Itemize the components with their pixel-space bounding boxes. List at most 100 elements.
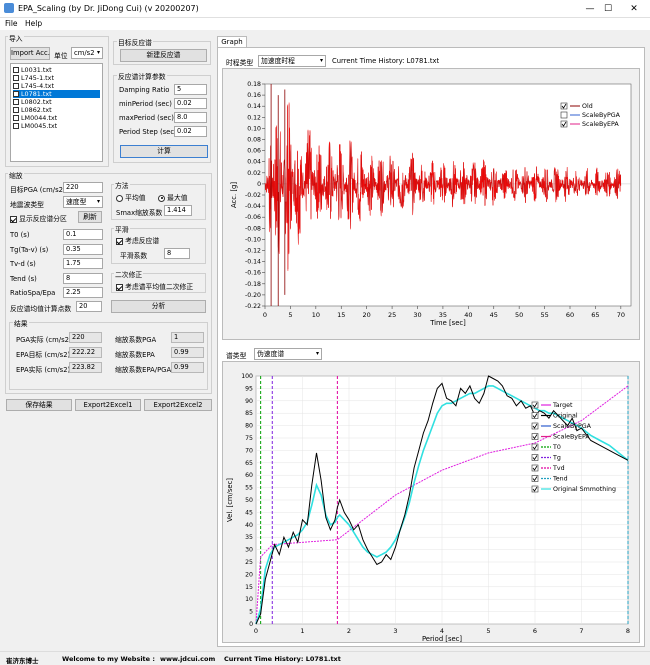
y-tick-label: 60 (245, 472, 253, 479)
list-item[interactable]: L0781.txt (13, 90, 100, 98)
menu-help[interactable]: Help (25, 19, 42, 28)
calculate-button[interactable]: 计算 (120, 145, 208, 158)
secondary-checkbox[interactable]: 考虑谱平均值二次修正 (116, 281, 193, 291)
legend-checkbox[interactable] (531, 464, 539, 472)
scaling-param-input[interactable]: 0.35 (63, 243, 103, 255)
smooth-coef-input[interactable]: 8 (164, 248, 190, 259)
legend-checkbox[interactable] (531, 443, 539, 451)
avg-radio[interactable]: 平均值 (116, 192, 146, 202)
export-excel1-button[interactable]: Export2Excel1 (75, 399, 141, 411)
list-item[interactable]: L745-4.txt (13, 82, 100, 90)
legend-checkbox[interactable] (531, 485, 539, 493)
app-icon (4, 3, 14, 13)
npts-input[interactable]: 20 (76, 301, 102, 312)
import-title: 导入 (8, 33, 24, 43)
show-zone-checkbox[interactable]: 显示反应谱分区 (10, 213, 67, 223)
spectrum-params-title: 反应谱计算参数 (117, 71, 167, 81)
npts-label: 反应谱均值计算点数 (10, 305, 72, 313)
checkbox-icon (116, 237, 123, 245)
analyze-button[interactable]: 分析 (111, 300, 206, 313)
scaling-param-input[interactable]: 8 (63, 272, 103, 284)
list-item[interactable]: LM0045.txt (13, 122, 100, 130)
spectrum-param-input[interactable]: 5 (174, 84, 207, 95)
title-bar: EPA_Scaling (by Dr. JiDong Cui) (v 20200… (0, 0, 650, 18)
x-tick-label: 55 (540, 311, 548, 319)
checkbox-icon[interactable] (13, 67, 19, 73)
x-tick-label: 7 (579, 627, 583, 635)
y-tick-label: -0.14 (245, 259, 261, 266)
radio-icon (158, 194, 165, 202)
y-tick-label: 0.02 (247, 170, 261, 177)
legend-checkbox[interactable] (560, 102, 568, 110)
checkbox-icon[interactable] (13, 107, 19, 113)
y-tick-label: 0 (257, 181, 261, 188)
import-acc-button[interactable]: Import Acc. (10, 47, 50, 60)
spectrum-type-select[interactable]: 伪速度谱 ▾ (254, 348, 322, 360)
legend-checkbox[interactable] (531, 422, 539, 430)
y-tick-label: 45 (245, 509, 253, 516)
list-item[interactable]: L745-1.txt (13, 74, 100, 82)
minimize-button[interactable]: — (580, 2, 600, 16)
history-type-select[interactable]: 加速度时程 ▾ (258, 55, 326, 67)
y-tick-label: 90 (245, 398, 253, 405)
legend-checkbox[interactable] (531, 412, 539, 419)
checkbox-icon[interactable] (13, 91, 19, 97)
file-list[interactable]: L0031.txt L745-1.txt L745-4.txt L0781.txt L0… (10, 63, 103, 162)
list-item[interactable]: L0802.txt (13, 98, 100, 106)
legend-checkbox[interactable] (531, 433, 539, 440)
checkbox-icon[interactable] (13, 115, 19, 121)
export-excel2-button[interactable]: Export2Excel2 (144, 399, 212, 411)
list-item[interactable]: L0031.txt (13, 66, 100, 74)
menu-file[interactable]: File (5, 19, 18, 28)
legend-label: ScaleByEPA (582, 121, 619, 128)
results-title: 结果 (13, 318, 29, 328)
refresh-button[interactable]: 刷新 (78, 211, 102, 223)
y-tick-label: 0.16 (247, 92, 261, 99)
spectrum-param-label: minPeriod (sec) (119, 100, 172, 108)
smax-label: Smax缩放系数 (116, 209, 163, 217)
legend-checkbox[interactable] (531, 454, 539, 461)
file-name: L745-1.txt (21, 74, 54, 82)
checkbox-icon[interactable] (13, 75, 19, 81)
save-results-button[interactable]: 保存结果 (6, 399, 72, 411)
legend-checkbox[interactable] (560, 111, 568, 119)
target-pga-input[interactable]: 220 (63, 182, 103, 193)
legend-checkbox[interactable] (531, 401, 539, 409)
unit-select[interactable]: cm/s2 ▾ (71, 47, 103, 59)
y-tick-label: 100 (241, 373, 253, 380)
current-history-label: Current Time History: L0781.txt (332, 57, 440, 65)
checkbox-icon (10, 215, 17, 223)
y-tick-label: 65 (245, 460, 253, 467)
status-website-label: Welcome to my Website : (62, 655, 155, 663)
spectrum-param-input[interactable]: 0.02 (174, 126, 207, 137)
smooth-checkbox[interactable]: 考虑反应谱 (116, 235, 159, 245)
y-tick-label: 85 (245, 410, 253, 417)
list-item[interactable]: LM0044.txt (13, 114, 100, 122)
spectrum-param-input[interactable]: 8.0 (174, 112, 207, 123)
y-tick-label: 40 (245, 522, 253, 529)
maximize-button[interactable]: ☐ (598, 2, 618, 16)
scaling-param-input[interactable]: 2.25 (63, 287, 103, 298)
legend-checkbox[interactable] (560, 120, 568, 128)
scaling-param-input[interactable]: 1.75 (63, 258, 103, 269)
y-tick-label: 80 (245, 423, 253, 430)
checkbox-icon[interactable] (13, 123, 19, 129)
new-spectrum-button[interactable]: 新建反应谱 (120, 49, 207, 62)
x-axis-label: Period [sec] (422, 635, 462, 643)
scaling-param-input[interactable]: 0.1 (63, 229, 103, 240)
spectrum-param-input[interactable]: 0.02 (174, 98, 207, 109)
y-tick-label: -0.08 (245, 225, 261, 232)
legend-checkbox[interactable] (531, 475, 539, 482)
y-tick-label: 10 (245, 596, 253, 603)
list-item[interactable]: L0862.txt (13, 106, 100, 114)
y-tick-label: 95 (245, 385, 253, 392)
file-name: LM0044.txt (21, 114, 58, 122)
max-radio[interactable]: 最大值 (158, 192, 188, 202)
smax-input[interactable]: 1.414 (164, 205, 192, 216)
checkbox-icon[interactable] (13, 99, 19, 105)
status-website: www.jdcui.com (160, 655, 216, 663)
checkbox-icon[interactable] (13, 83, 19, 89)
spectrum-type-label: 谱类型 (226, 352, 247, 360)
close-button[interactable]: ✕ (624, 2, 644, 16)
wave-type-select[interactable]: 速度型 ▾ (63, 196, 103, 208)
